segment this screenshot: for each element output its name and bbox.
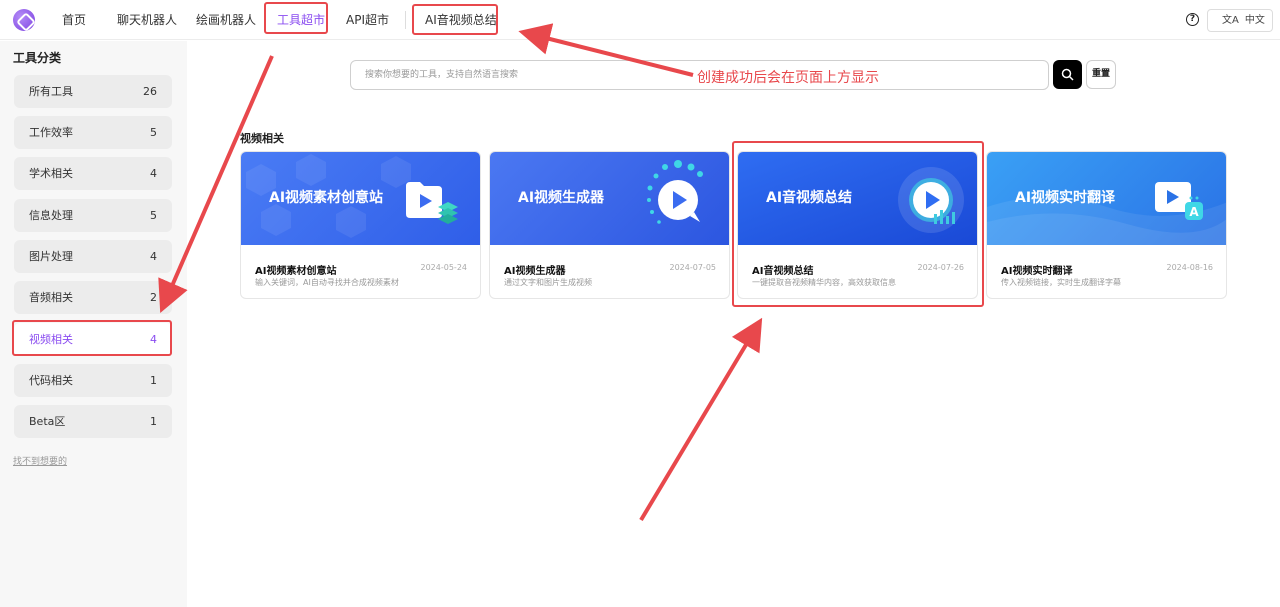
arrow-to-nav-item	[518, 23, 694, 77]
annotation-arrows	[158, 23, 763, 522]
arrow-to-tool-card	[639, 317, 763, 522]
arrow-to-video-category	[158, 55, 274, 314]
